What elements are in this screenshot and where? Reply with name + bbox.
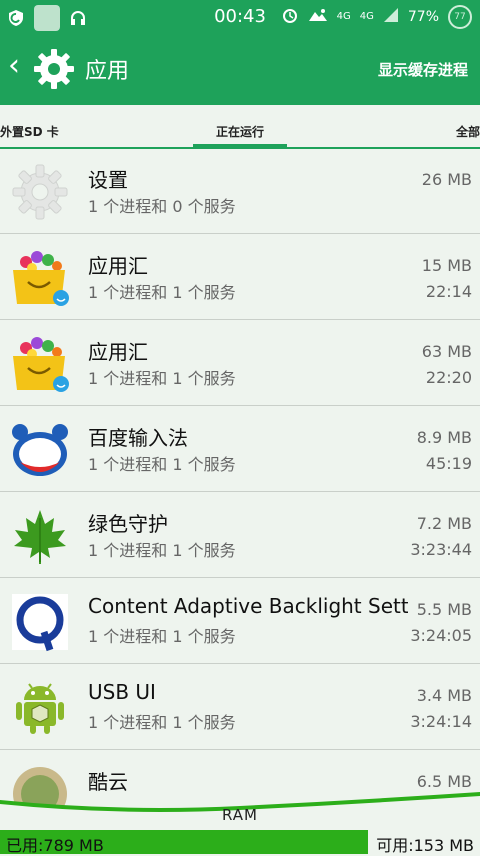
ram-used: 已用:789 MB — [6, 836, 104, 855]
gear-icon — [34, 49, 74, 89]
back-button[interactable]: ‹ — [8, 51, 20, 81]
app-process-info: 1 个进程和 1 个服务 — [88, 283, 236, 302]
app-uptime: 3:24:05 — [410, 626, 472, 645]
ram-label: RAM — [221, 806, 259, 824]
running-apps-list: 设置 1 个进程和 0 个服务 26 MB 应用汇 1 个进程和 1 个服务 1… — [0, 148, 480, 835]
app-process-info: 1 个进程和 1 个服务 — [88, 627, 236, 646]
signal-4g-1: 4G — [336, 11, 351, 22]
app-market-icon — [13, 337, 69, 392]
app-name: Content Adaptive Backlight Settings — [88, 594, 408, 618]
signal-4g-2: 4G — [359, 11, 374, 22]
app-memory: 8.9 MB — [412, 428, 472, 447]
app-uptime: 3:24:14 — [410, 712, 472, 731]
app-uptime: 22:14 — [425, 282, 472, 301]
app-process-info: 1 个进程和 1 个服务 — [88, 541, 236, 560]
app-bar: ‹ 应用 显示缓存进程 — [0, 33, 480, 105]
android-usb-icon — [16, 683, 64, 734]
list-item[interactable]: USB UI 1 个进程和 1 个服务 3.4 MB 3:24:14 — [0, 664, 480, 750]
app-uptime: 45:19 — [425, 454, 472, 473]
maple-leaf-icon — [14, 510, 66, 564]
list-item[interactable]: 百度输入法 1 个进程和 1 个服务 8.9 MB 45:19 — [0, 406, 480, 492]
battery-percent: 77% — [407, 9, 439, 25]
app-memory: 26 MB — [417, 170, 472, 189]
app-process-info: 1 个进程和 1 个服务 — [88, 713, 236, 732]
list-item[interactable]: Content Adaptive Backlight Settings 1 个进… — [0, 578, 480, 664]
ram-free: 可用:153 MB — [376, 836, 474, 855]
app-memory: 5.5 MB — [412, 600, 472, 619]
tab-all[interactable]: 全部 — [456, 123, 480, 140]
app-name: 应用汇 — [88, 340, 148, 364]
app-uptime: 3:23:44 — [410, 540, 472, 559]
app-memory: 63 MB — [417, 342, 472, 361]
settings-gear-icon — [12, 164, 68, 220]
app-name: USB UI — [88, 680, 156, 704]
ram-usage-bar: 已用:789 MB 可用:153 MB — [0, 830, 480, 855]
page-title: 应用 — [85, 59, 130, 84]
alarm-icon — [281, 6, 299, 28]
list-item[interactable]: 绿色守护 1 个进程和 1 个服务 7.2 MB 3:23:44 — [0, 492, 480, 578]
status-bar: 00:43 4G 4G 77% 77 — [0, 0, 480, 33]
list-item[interactable]: 设置 1 个进程和 0 个服务 26 MB — [0, 148, 480, 234]
app-market-icon — [13, 251, 69, 306]
app-process-info: 1 个进程和 1 个服务 — [88, 369, 236, 388]
app-memory: 3.4 MB — [412, 686, 472, 705]
app-name: 百度输入法 — [88, 426, 188, 450]
list-item[interactable]: 应用汇 1 个进程和 1 个服务 63 MB 22:20 — [0, 320, 480, 406]
baidu-input-icon — [12, 424, 68, 476]
app-process-info: 1 个进程和 0 个服务 — [88, 197, 236, 216]
app-name: 酷云 — [88, 770, 128, 794]
list-item[interactable]: 应用汇 1 个进程和 1 个服务 15 MB 22:14 — [0, 234, 480, 320]
qualcomm-icon — [12, 594, 68, 652]
app-memory: 7.2 MB — [412, 514, 472, 533]
signal-icon — [383, 7, 399, 27]
app-uptime: 22:20 — [425, 368, 472, 387]
app-memory: 6.5 MB — [412, 772, 472, 791]
app-memory: 15 MB — [417, 256, 472, 275]
cloud-icon — [308, 7, 328, 27]
tab-running[interactable]: 正在运行 — [0, 123, 480, 140]
tab-bar: 外置SD 卡 正在运行 全部 — [0, 105, 480, 149]
battery-icon: 77 — [448, 5, 472, 29]
app-process-info: 1 个进程和 1 个服务 — [88, 455, 236, 474]
app-name: 设置 — [88, 168, 128, 192]
app-name: 绿色守护 — [88, 512, 168, 536]
show-cached-processes-button[interactable]: 显示缓存进程 — [378, 59, 468, 80]
app-name: 应用汇 — [88, 254, 148, 278]
